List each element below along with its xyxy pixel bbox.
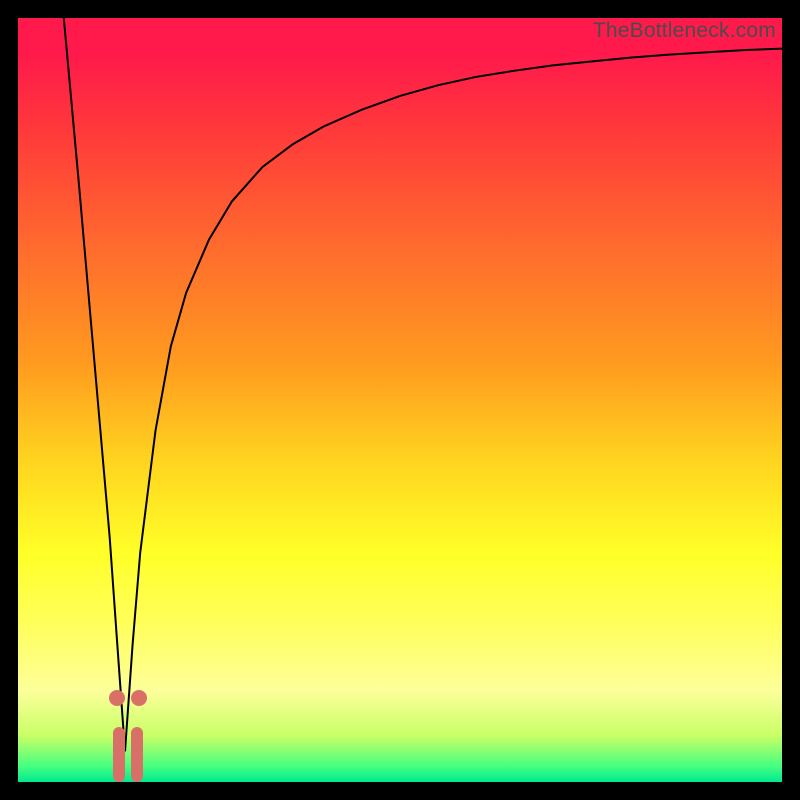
plot-area: TheBottleneck.com (18, 18, 782, 782)
watermark-text: TheBottleneck.com (593, 19, 776, 43)
marker-layer (18, 18, 782, 782)
chart-frame: TheBottleneck.com (0, 0, 800, 800)
bar-right (131, 727, 143, 782)
marker-left-dot (109, 690, 125, 706)
bar-left (113, 727, 125, 782)
marker-right-dot (131, 690, 147, 706)
